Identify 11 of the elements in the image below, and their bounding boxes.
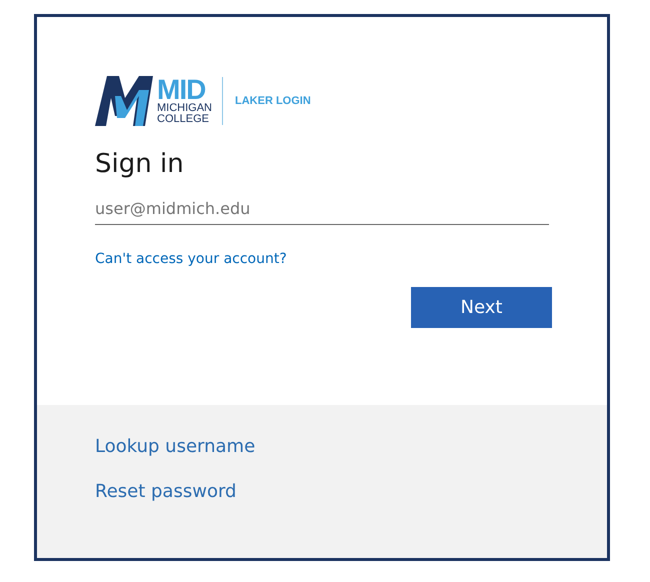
next-button[interactable]: Next (411, 287, 552, 328)
page-title: Sign in (95, 149, 185, 179)
logo-subtitle: MICHIGAN (157, 103, 212, 114)
footer-link[interactable]: Reset password (95, 481, 236, 502)
college-logo-icon (95, 76, 153, 126)
email-field[interactable]: user@midmich.edu (95, 193, 549, 225)
footer-link[interactable]: Lookup username (95, 436, 256, 457)
logo-subtitle: COLLEGE (157, 114, 210, 125)
logo-tagline: LAKER LOGIN (235, 95, 311, 107)
access-link[interactable]: Can't access your account? (95, 251, 287, 267)
logo-wordmark: MID (157, 77, 206, 103)
